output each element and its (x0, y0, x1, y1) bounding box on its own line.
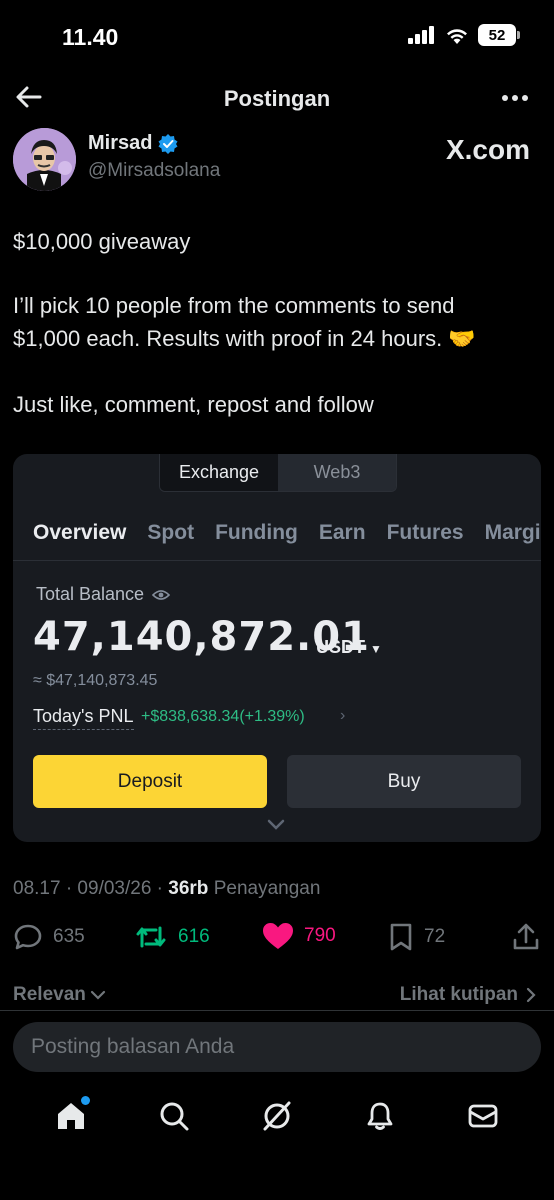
tab-web3: Web3 (278, 454, 396, 491)
total-balance-label-row: Total Balance (36, 584, 171, 605)
source-logo: X.com (445, 134, 530, 165)
post-line-1: $10,000 giveaway (13, 229, 191, 254)
bookmark-action[interactable]: 72 (388, 922, 445, 952)
tab-messages[interactable] (466, 1099, 500, 1133)
battery-level: 52 (488, 26, 506, 44)
eye-icon (152, 589, 171, 600)
post-image[interactable]: Exchange Web3 Overview Spot Funding Earn… (13, 454, 541, 842)
signal-icon (408, 26, 434, 44)
like-count: 790 (304, 925, 336, 946)
tab-futures: Futures (386, 521, 464, 544)
balance-unit: USDT ▼ (316, 637, 382, 658)
wifi-icon (447, 28, 467, 44)
avatar[interactable] (13, 128, 76, 191)
chevron-down-icon (267, 819, 285, 830)
sort-dropdown[interactable]: Relevan (13, 984, 106, 1006)
reply-count: 635 (53, 926, 85, 947)
post-line-2a: I’ll pick 10 people from the comments to… (13, 293, 455, 318)
balance-unit-label: USDT (316, 637, 365, 657)
share-icon[interactable] (512, 922, 540, 952)
grok-icon[interactable] (261, 1100, 293, 1132)
buy-button: Buy (287, 755, 521, 808)
reply-action[interactable]: 635 (13, 922, 85, 952)
balance-approx: ≈ $47,140,873.45 (33, 672, 158, 689)
caret-down-icon: ▼ (370, 642, 382, 656)
view-quotes-link[interactable]: Lihat kutipan (400, 984, 536, 1006)
sort-label[interactable]: Relevan (13, 984, 86, 1006)
reply-box[interactable] (13, 1022, 541, 1072)
post-meta: 08.17 · 09/03/26 · 36rb Penayangan (13, 878, 320, 900)
wallet-nav-tabs: Overview Spot Funding Earn Futures Margi… (33, 521, 541, 545)
author-handle[interactable]: @Mirsadsolana (88, 160, 220, 182)
bell-icon[interactable] (364, 1100, 396, 1132)
search-icon[interactable] (158, 1100, 190, 1132)
total-balance-label: Total Balance (36, 584, 145, 604)
tab-spot: Spot (147, 521, 195, 544)
tab-grok[interactable] (260, 1099, 294, 1133)
bookmark-icon[interactable] (388, 922, 414, 952)
tab-margin: Margin (484, 521, 541, 544)
chevron-right-icon (526, 987, 536, 1003)
author-name-row[interactable]: Mirsad (88, 132, 178, 155)
battery-indicator: 52 (478, 24, 520, 46)
chevron-right-icon: › (340, 707, 346, 724)
tab-funding: Funding (215, 521, 298, 544)
tab-home[interactable] (54, 1096, 91, 1133)
exchange-mode-tabs: Exchange Web3 (159, 454, 397, 492)
tab-overview: Overview (33, 521, 127, 544)
card-divider (13, 560, 541, 561)
post-line-3: Just like, comment, repost and follow (13, 392, 374, 417)
quotes-label[interactable]: Lihat kutipan (400, 984, 518, 1006)
page-title: Postingan (223, 86, 331, 111)
like-action[interactable]: 790 (262, 922, 336, 950)
more-icon[interactable] (500, 86, 530, 110)
view-count: 36rb (168, 878, 209, 899)
views-label: Penayangan (208, 878, 321, 899)
post-timestamp: 08.17 · 09/03/26 · (13, 878, 169, 899)
tab-earn: Earn (318, 521, 366, 544)
deposit-button: Deposit (33, 755, 267, 808)
notification-dot (81, 1096, 91, 1105)
divider (0, 1010, 554, 1011)
reply-input[interactable] (31, 1035, 541, 1059)
bookmark-count: 72 (424, 926, 446, 947)
post-line-2b: $1,000 each. Results with proof in 24 ho… (13, 326, 476, 351)
home-icon[interactable] (55, 1100, 87, 1132)
pnl-value: +$838,638.34(+1.39%) (141, 708, 305, 725)
tab-exchange: Exchange (160, 454, 278, 491)
tab-notifications[interactable] (363, 1099, 397, 1133)
repost-action[interactable]: 616 (134, 922, 210, 952)
repost-count: 616 (178, 926, 210, 947)
reply-icon[interactable] (13, 922, 43, 952)
author-name[interactable]: Mirsad (88, 132, 152, 155)
heart-icon[interactable] (262, 922, 294, 950)
status-icons: 52 (408, 24, 520, 46)
verified-badge-icon (158, 133, 178, 154)
repost-icon[interactable] (134, 922, 168, 952)
pnl-label: Today's PNL (33, 706, 134, 730)
bottom-tab-bar (0, 1086, 554, 1146)
tab-search[interactable] (157, 1099, 191, 1133)
status-time: 11.40 (62, 24, 119, 50)
chevron-down-icon (90, 990, 105, 1000)
mail-icon[interactable] (467, 1100, 499, 1132)
